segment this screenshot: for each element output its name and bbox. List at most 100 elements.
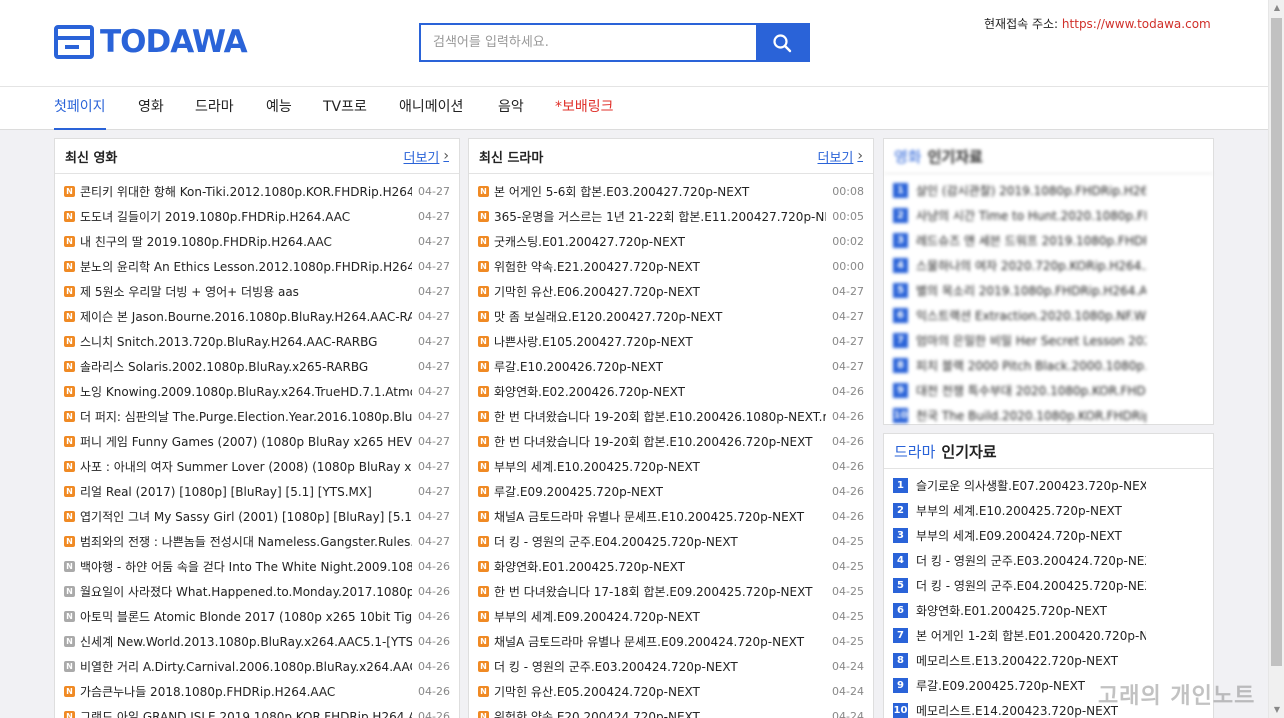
list-item[interactable]: N 엽기적인 그녀 My Sassy Girl (2001) [1080p] [B… xyxy=(55,504,459,529)
rank-item[interactable]: 2 사냥의 시간 Time to Hunt.2020.1080p.FHDRip.H… xyxy=(884,203,1213,228)
rank-title[interactable]: 메모리스트.E14.200423.720p-NEXT xyxy=(916,702,1118,718)
post-title[interactable]: 루갈.E09.200425.720p-NEXT xyxy=(494,483,826,500)
list-item[interactable]: N 한 번 다녀왔습니다 17-18회 합본.E09.200425.720p-NE… xyxy=(469,579,873,604)
post-title[interactable]: 화양연화.E01.200425.720p-NEXT xyxy=(494,558,826,575)
post-title[interactable]: 사포 : 아내의 여자 Summer Lover (2008) (1080p B… xyxy=(80,458,412,475)
rank-item[interactable]: 7 본 어게인 1-2회 합본.E01.200420.720p-NEXT xyxy=(884,623,1213,648)
post-title[interactable]: 콘티키 위대한 항해 Kon-Tiki.2012.1080p.KOR.FHDRi… xyxy=(80,183,412,200)
rank-item[interactable]: 2 부부의 세계.E10.200425.720p-NEXT xyxy=(884,498,1213,523)
nav-bobae-link[interactable]: *보배링크 xyxy=(555,87,614,130)
list-item[interactable]: N 노잉 Knowing.2009.1080p.BluRay.x264.TrueH… xyxy=(55,379,459,404)
list-item[interactable]: N 범죄와의 전쟁 : 나쁜놈들 전성시대 Nameless.Gangster.R… xyxy=(55,529,459,554)
list-item[interactable]: N 화양연화.E02.200426.720p-NEXT 04-26 xyxy=(469,379,873,404)
list-item[interactable]: N 부부의 세계.E09.200424.720p-NEXT 04-25 xyxy=(469,604,873,629)
scroll-thumb[interactable] xyxy=(1271,18,1282,666)
rank-title[interactable]: 더 킹 - 영원의 군주.E04.200425.720p-NEXT xyxy=(916,577,1146,594)
post-title[interactable]: 신세계 New.World.2013.1080p.BluRay.x264.AAC… xyxy=(80,633,412,650)
list-item[interactable]: N 도도녀 길들이기 2019.1080p.FHDRip.H264.AAC 04-2… xyxy=(55,204,459,229)
rank-item[interactable]: 6 익스트랙션 Extraction.2020.1080p.NF.WEB-DL.D… xyxy=(884,303,1213,328)
post-title[interactable]: 제 5원소 우리말 더빙 + 영어+ 더빙용 aas xyxy=(80,283,412,300)
rank-title[interactable]: 대전 전쟁 특수부대 2020.1080p.KOR.FHDRip.H264 xyxy=(916,382,1146,399)
list-item[interactable]: N 가슴큰누나들 2018.1080p.FHDRip.H264.AAC 04-26 xyxy=(55,679,459,704)
list-item[interactable]: N 신세계 New.World.2013.1080p.BluRay.x264.AA… xyxy=(55,629,459,654)
rank-title[interactable]: 화양연화.E01.200425.720p-NEXT xyxy=(916,602,1107,619)
post-title[interactable]: 엽기적인 그녀 My Sassy Girl (2001) [1080p] [Bl… xyxy=(80,508,412,525)
list-item[interactable]: N 루갈.E10.200426.720p-NEXT 04-27 xyxy=(469,354,873,379)
rank-item[interactable]: 7 엄마의 은밀한 비밀 Her Secret Lesson 2020 xyxy=(884,328,1213,353)
list-item[interactable]: N 루갈.E09.200425.720p-NEXT 04-26 xyxy=(469,479,873,504)
post-title[interactable]: 아토믹 블론드 Atomic Blonde 2017 (1080p x265 1… xyxy=(80,608,412,625)
post-title[interactable]: 도도녀 길들이기 2019.1080p.FHDRip.H264.AAC xyxy=(80,208,412,225)
list-item[interactable]: N 채널A 금토드라마 유별나 문셰프.E10.200425.720p-NEXT 0… xyxy=(469,504,873,529)
post-title[interactable]: 더 킹 - 영원의 군주.E04.200425.720p-NEXT xyxy=(494,533,826,550)
rank-title[interactable]: 피치 블랙 2000 Pitch Black.2000.1080p.KOR.FH… xyxy=(916,357,1146,374)
nav-music[interactable]: 음악 xyxy=(498,87,524,130)
post-title[interactable]: 기막힌 유산.E06.200427.720p-NEXT xyxy=(494,283,826,300)
post-title[interactable]: 백야행 - 하얀 어둠 속을 걷다 Into The White Night.2… xyxy=(80,558,412,575)
rank-item[interactable]: 1 슬기로운 의사생활.E07.200423.720p-NEXT xyxy=(884,473,1213,498)
post-title[interactable]: 분노의 윤리학 An Ethics Lesson.2012.1080p.FHDR… xyxy=(80,258,412,275)
list-item[interactable]: N 제이슨 본 Jason.Bourne.2016.1080p.BluRay.H2… xyxy=(55,304,459,329)
current-address-link[interactable]: https://www.todawa.com xyxy=(1062,17,1211,31)
list-item[interactable]: N 기막힌 유산.E05.200424.720p-NEXT 04-24 xyxy=(469,679,873,704)
list-item[interactable]: N 부부의 세계.E10.200425.720p-NEXT 04-26 xyxy=(469,454,873,479)
post-title[interactable]: 맛 좀 보실래요.E120.200427.720p-NEXT xyxy=(494,308,826,325)
rank-item[interactable]: 3 부부의 세계.E09.200424.720p-NEXT xyxy=(884,523,1213,548)
rank-title[interactable]: 스물하나의 여자 2020.720p.KORip.H264.AAC xyxy=(916,257,1146,274)
post-title[interactable]: 위험한 약속.E20.200424.720p-NEXT xyxy=(494,708,826,718)
rank-title[interactable]: 메모리스트.E13.200422.720p-NEXT xyxy=(916,652,1118,669)
list-item[interactable]: N 화양연화.E01.200425.720p-NEXT 04-25 xyxy=(469,554,873,579)
post-title[interactable]: 그랜드 아일 GRAND ISLE.2019.1080p.KOR.FHDRip.… xyxy=(80,708,412,718)
latest-dramas-more-link[interactable]: 더보기 › xyxy=(818,147,864,166)
post-title[interactable]: 스니치 Snitch.2013.720p.BluRay.H264.AAC-RAR… xyxy=(80,333,412,350)
post-title[interactable]: 퍼니 게임 Funny Games (2007) (1080p BluRay x… xyxy=(80,433,412,450)
list-item[interactable]: N 더 퍼지: 심판의날 The.Purge.Election.Year.2016… xyxy=(55,404,459,429)
rank-item[interactable]: 3 레드슈즈 앤 세븐 드워프 2019.1080p.FHDRip.H264 xyxy=(884,228,1213,253)
list-item[interactable]: N 나쁜사랑.E105.200427.720p-NEXT 04-27 xyxy=(469,329,873,354)
vertical-scrollbar[interactable]: ▲ ▼ xyxy=(1268,0,1284,718)
rank-title[interactable]: 본 어게인 1-2회 합본.E01.200420.720p-NEXT xyxy=(916,627,1146,644)
post-title[interactable]: 솔라리스 Solaris.2002.1080p.BluRay.x265-RARB… xyxy=(80,358,412,375)
nav-dramas[interactable]: 드라마 xyxy=(195,87,234,130)
post-title[interactable]: 리얼 Real (2017) [1080p] [BluRay] [5.1] [Y… xyxy=(80,483,412,500)
rank-title[interactable]: 살인 (감시관찰) 2019.1080p.FHDRip.H264.AAC-Non… xyxy=(916,182,1146,199)
list-item[interactable]: N 사포 : 아내의 여자 Summer Lover (2008) (1080p … xyxy=(55,454,459,479)
list-item[interactable]: N 백야행 - 하얀 어둠 속을 걷다 Into The White Night.… xyxy=(55,554,459,579)
list-item[interactable]: N 스니치 Snitch.2013.720p.BluRay.H264.AAC-RA… xyxy=(55,329,459,354)
rank-title[interactable]: 엄마의 은밀한 비밀 Her Secret Lesson 2020 xyxy=(916,332,1146,349)
post-title[interactable]: 굿캐스팅.E01.200427.720p-NEXT xyxy=(494,233,826,250)
list-item[interactable]: N 위험한 약속.E21.200427.720p-NEXT 00:00 xyxy=(469,254,873,279)
list-item[interactable]: N 맛 좀 보실래요.E120.200427.720p-NEXT 04-27 xyxy=(469,304,873,329)
post-title[interactable]: 더 킹 - 영원의 군주.E03.200424.720p-NEXT xyxy=(494,658,826,675)
rank-title[interactable]: 익스트랙션 Extraction.2020.1080p.NF.WEB-DL.DD… xyxy=(916,307,1146,324)
post-title[interactable]: 부부의 세계.E10.200425.720p-NEXT xyxy=(494,458,826,475)
list-item[interactable]: N 제 5원소 우리말 더빙 + 영어+ 더빙용 aas 04-27 xyxy=(55,279,459,304)
rank-title[interactable]: 사냥의 시간 Time to Hunt.2020.1080p.FHDRip.H2… xyxy=(916,207,1146,224)
search-button[interactable] xyxy=(756,25,808,60)
post-title[interactable]: 기막힌 유산.E05.200424.720p-NEXT xyxy=(494,683,826,700)
list-item[interactable]: N 내 친구의 딸 2019.1080p.FHDRip.H264.AAC 04-27 xyxy=(55,229,459,254)
rank-title[interactable]: 부부의 세계.E09.200424.720p-NEXT xyxy=(916,527,1122,544)
nav-animation[interactable]: 애니메이션 xyxy=(399,87,463,130)
list-item[interactable]: N 굿캐스팅.E01.200427.720p-NEXT 00:02 xyxy=(469,229,873,254)
post-title[interactable]: 제이슨 본 Jason.Bourne.2016.1080p.BluRay.H26… xyxy=(80,308,412,325)
post-title[interactable]: 월요일이 사라졌다 What.Happened.to.Monday.2017.1… xyxy=(80,583,412,600)
list-item[interactable]: N 더 킹 - 영원의 군주.E04.200425.720p-NEXT 04-25 xyxy=(469,529,873,554)
list-item[interactable]: N 리얼 Real (2017) [1080p] [BluRay] [5.1] [… xyxy=(55,479,459,504)
list-item[interactable]: N 한 번 다녀왔습니다 19-20회 합본.E10.200426.720p-NE… xyxy=(469,429,873,454)
latest-movies-more-link[interactable]: 더보기 › xyxy=(404,147,450,166)
rank-item[interactable]: 8 피치 블랙 2000 Pitch Black.2000.1080p.KOR.F… xyxy=(884,353,1213,378)
rank-title[interactable]: 레드슈즈 앤 세븐 드워프 2019.1080p.FHDRip.H264 xyxy=(916,232,1146,249)
list-item[interactable]: N 365-운명을 거스르는 1년 21-22회 합본.E11.200427.72… xyxy=(469,204,873,229)
rank-item[interactable]: 9 대전 전쟁 특수부대 2020.1080p.KOR.FHDRip.H264 xyxy=(884,378,1213,403)
nav-home[interactable]: 첫페이지 xyxy=(54,87,106,130)
post-title[interactable]: 가슴큰누나들 2018.1080p.FHDRip.H264.AAC xyxy=(80,683,412,700)
list-item[interactable]: N 솔라리스 Solaris.2002.1080p.BluRay.x265-RAR… xyxy=(55,354,459,379)
list-item[interactable]: N 분노의 윤리학 An Ethics Lesson.2012.1080p.FHD… xyxy=(55,254,459,279)
post-title[interactable]: 비열한 거리 A.Dirty.Carnival.2006.1080p.BluRa… xyxy=(80,658,412,675)
rank-item[interactable]: 1 살인 (감시관찰) 2019.1080p.FHDRip.H264.AAC-No… xyxy=(884,178,1213,203)
list-item[interactable]: N 비열한 거리 A.Dirty.Carnival.2006.1080p.BluR… xyxy=(55,654,459,679)
post-title[interactable]: 365-운명을 거스르는 1년 21-22회 합본.E11.200427.720… xyxy=(494,208,826,225)
scroll-up-arrow-icon[interactable]: ▲ xyxy=(1269,0,1284,16)
list-item[interactable]: N 아토믹 블론드 Atomic Blonde 2017 (1080p x265 … xyxy=(55,604,459,629)
